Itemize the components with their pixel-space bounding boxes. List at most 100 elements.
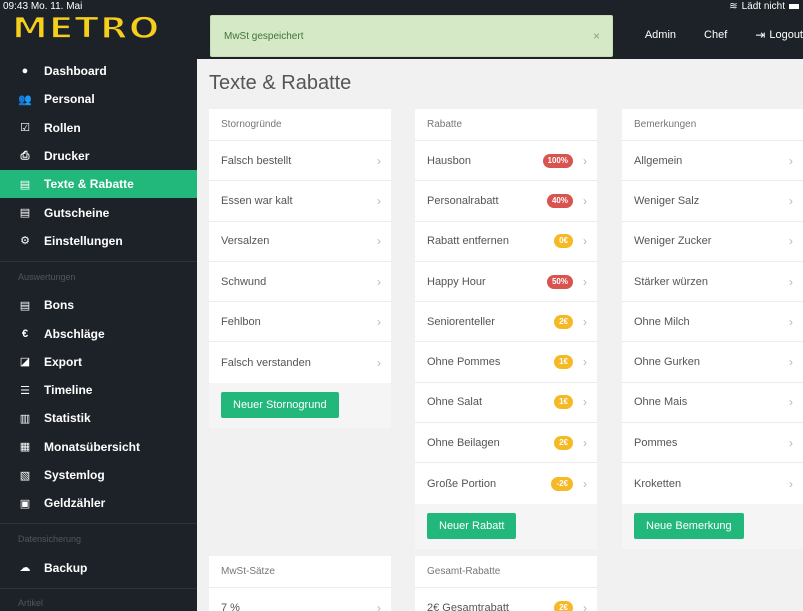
- chevron-right-icon: ›: [377, 234, 381, 249]
- cogs-icon: ⚙: [20, 235, 30, 248]
- discount-badge: 1€: [554, 395, 573, 410]
- row-label: Happy Hour: [427, 275, 486, 288]
- new-rabatt-button[interactable]: Neuer Rabatt: [427, 512, 517, 539]
- sidebar-item-monatsübersicht[interactable]: ▦ Monatsübersicht: [0, 433, 197, 461]
- sidebar-item-label: Rollen: [44, 120, 81, 135]
- bar-chart-icon: ▥: [19, 412, 31, 425]
- bemerkung-item[interactable]: Weniger Zucker ›: [622, 222, 803, 262]
- charging-status: Lädt nicht: [741, 1, 785, 12]
- sidebar-item-personal[interactable]: 👥 Personal: [0, 85, 197, 113]
- sidebar-item-backup[interactable]: ☁ Backup: [0, 553, 197, 581]
- row-label: Kroketten: [634, 477, 682, 490]
- sidebar-item-export[interactable]: ◪ Export: [0, 348, 197, 376]
- row-label: Versalzen: [221, 235, 270, 248]
- sidebar-item-geldzähler[interactable]: ▣ Geldzähler: [0, 489, 197, 517]
- new-bemerkung-button[interactable]: Neue Bemerkung: [634, 512, 744, 539]
- rabatt-item[interactable]: Personalrabatt 40% ›: [415, 181, 597, 222]
- row-label: 2€ Gesamtrabatt: [427, 602, 509, 611]
- sidebar-item-dashboard[interactable]: ● Dashboard: [0, 57, 197, 85]
- bemerkung-item[interactable]: Stärker würzen ›: [622, 262, 803, 303]
- money-icon: ▣: [19, 497, 31, 510]
- file-icon: ▤: [19, 207, 31, 220]
- panel-title: Gesamt-Rabatte: [415, 556, 597, 588]
- sidebar-item-systemlog[interactable]: ▧ Systemlog: [0, 461, 197, 489]
- sidebar-item-abschläge[interactable]: € Abschläge: [0, 319, 197, 347]
- export-icon: ◪: [19, 356, 31, 369]
- row-label: Rabatt entfernen: [427, 235, 509, 248]
- row-label: Falsch verstanden: [221, 356, 311, 369]
- sidebar-item-label: Texte & Rabatte: [44, 177, 134, 192]
- chef-link[interactable]: Chef: [704, 28, 727, 42]
- sidebar-item-label: Export: [44, 354, 83, 369]
- bemerkung-item[interactable]: Kroketten ›: [622, 463, 803, 503]
- chevron-right-icon: ›: [583, 435, 587, 450]
- discount-badge: 2€: [554, 314, 573, 329]
- sidebar-item-timeline[interactable]: ☰ Timeline: [0, 376, 197, 404]
- sidebar-item-einstellungen[interactable]: ⚙ Einstellungen: [0, 227, 197, 255]
- sidebar-item-label: Backup: [44, 560, 88, 575]
- panel-footer: Neuer Rabatt: [415, 503, 597, 549]
- rabatt-item[interactable]: Ohne Salat 1€ ›: [415, 383, 597, 424]
- rabatt-item[interactable]: Seniorenteller 2€ ›: [415, 302, 597, 343]
- bemerkung-item[interactable]: Ohne Mais ›: [622, 383, 803, 424]
- row-label: Weniger Zucker: [634, 235, 712, 248]
- bemerkung-item[interactable]: Weniger Salz ›: [622, 181, 803, 222]
- metro-logo[interactable]: METRO: [11, 13, 160, 44]
- sidebar-item-texte-rabatte[interactable]: ▤ Texte & Rabatte: [0, 170, 197, 199]
- rabatt-item[interactable]: Rabatt entfernen 0€ ›: [415, 222, 597, 262]
- mwst-item[interactable]: 7 % ›: [209, 588, 391, 611]
- admin-link[interactable]: Admin: [645, 28, 676, 42]
- rabatt-item[interactable]: Hausbon 100% ›: [415, 141, 597, 182]
- gesamt-rabatt-item[interactable]: 2€ Gesamtrabatt 2€ ›: [415, 588, 597, 611]
- bemerkung-item[interactable]: Pommes ›: [622, 423, 803, 464]
- storno-item[interactable]: Fehlbon ›: [209, 302, 391, 343]
- bemerkung-item[interactable]: Ohne Milch ›: [622, 302, 803, 343]
- check-square-icon: ☑: [20, 122, 30, 135]
- row-label: Hausbon: [427, 154, 472, 167]
- logout-icon: ⇥: [755, 28, 766, 42]
- sidebar-item-rollen[interactable]: ☑ Rollen: [0, 114, 197, 142]
- chevron-right-icon: ›: [377, 153, 381, 168]
- new-storno-button[interactable]: Neuer Stornogrund: [221, 391, 339, 418]
- storno-item[interactable]: Falsch bestellt ›: [209, 141, 391, 182]
- file-icon: ▤: [19, 178, 31, 191]
- sidebar-item-label: Dashboard: [44, 64, 107, 79]
- storno-list: Falsch bestellt › Essen war kalt › Versalzen…: [209, 141, 391, 383]
- row-label: Stärker würzen: [634, 275, 708, 288]
- chevron-right-icon: ›: [583, 601, 587, 611]
- sidebar-item-gutscheine[interactable]: ▤ Gutscheine: [0, 198, 197, 226]
- rabatt-item[interactable]: Happy Hour 50% ›: [415, 262, 597, 303]
- row-label: Personalrabatt: [427, 194, 499, 207]
- sidebar-item-statistik[interactable]: ▥ Statistik: [0, 404, 197, 432]
- bemerkung-item[interactable]: Allgemein ›: [622, 141, 803, 182]
- row-label: Ohne Gurken: [634, 356, 701, 369]
- rabatt-item[interactable]: Ohne Beilagen 2€ ›: [415, 423, 597, 464]
- rabatt-item[interactable]: Große Portion -2€ ›: [415, 463, 597, 503]
- sidebar-item-drucker[interactable]: ⎙ Drucker: [0, 142, 197, 170]
- logout-label: Logout: [769, 29, 803, 41]
- panel-footer: Neue Bemerkung: [622, 503, 803, 549]
- storno-item[interactable]: Versalzen ›: [209, 222, 391, 262]
- storno-item[interactable]: Essen war kalt ›: [209, 181, 391, 222]
- chevron-right-icon: ›: [789, 193, 793, 208]
- rabatt-item[interactable]: Ohne Pommes 1€ ›: [415, 342, 597, 383]
- toast-close-button[interactable]: ×: [593, 29, 600, 43]
- document-icon: ▧: [19, 469, 31, 482]
- row-label: Seniorenteller: [427, 315, 495, 328]
- discount-badge: 2€: [554, 601, 573, 611]
- storno-item[interactable]: Falsch verstanden ›: [209, 342, 391, 382]
- bemerkung-item[interactable]: Ohne Gurken ›: [622, 342, 803, 383]
- row-label: Ohne Salat: [427, 396, 483, 409]
- logout-link[interactable]: ⇥ Logout: [755, 28, 803, 42]
- sidebar-item-label: Systemlog: [44, 468, 105, 482]
- status-bar-right: ≋ Lädt nicht: [729, 1, 799, 12]
- toast-message: MwSt gespeichert: [224, 31, 304, 42]
- header-links: Admin Chef ⇥ Logout: [617, 28, 803, 42]
- discount-badge: 1€: [554, 355, 573, 370]
- sidebar-item-bons[interactable]: ▤ Bons: [0, 291, 197, 319]
- storno-item[interactable]: Schwund ›: [209, 262, 391, 303]
- status-bar-time: 09:43 Mo. 11. Mai: [3, 1, 82, 12]
- chevron-right-icon: ›: [789, 355, 793, 370]
- dashboard-icon: ●: [21, 65, 29, 78]
- sidebar-menu-backup: ☁ Backup: [0, 553, 197, 581]
